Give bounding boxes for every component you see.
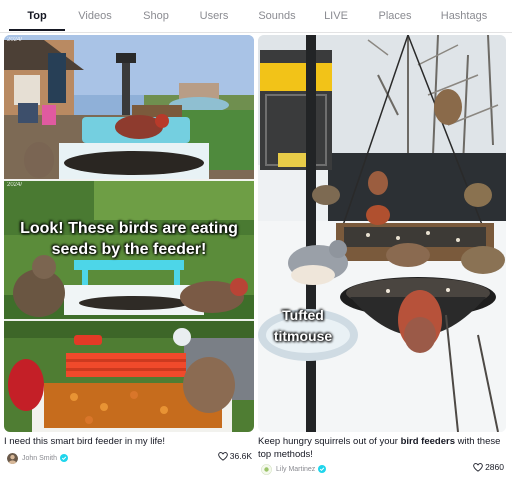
heart-icon [217,451,228,461]
video-caption-overlay: Look! These birds are eating seeds by th… [20,220,238,258]
avatar[interactable] [7,452,18,464]
tab-live[interactable]: LIVE [313,0,359,32]
tab-sounds[interactable]: Sounds [250,0,304,32]
timestamp-overlay: 2024/ [7,37,23,43]
description-highlight: bird feeders [400,436,455,447]
tab-shop[interactable]: Shop [131,0,181,32]
author[interactable]: Lily Martinez [261,462,327,476]
author-name[interactable]: John Smith [22,455,57,462]
avatar[interactable] [261,463,272,475]
video-caption-overlay: Tufted titmouse [273,307,333,344]
heart-icon [473,462,483,472]
like-count-value: 36.6K [229,451,252,461]
timestamp-overlay: 2024/ [7,182,23,188]
like-count: 2860 [473,462,504,472]
video-description[interactable]: I need this smart bird feeder in my life… [4,435,254,448]
verified-badge-icon [318,465,327,473]
like-count: 36.6K [217,451,252,461]
verified-badge-icon [60,454,69,462]
active-tab-indicator [9,29,65,31]
tab-videos[interactable]: Videos [70,0,120,32]
tab-top[interactable]: Top [9,0,65,32]
video-description[interactable]: Keep hungry squirrels out of your bird f… [258,435,504,461]
author[interactable]: John Smith [7,451,69,465]
tab-hashtags[interactable]: Hashtags [436,0,492,32]
author-name[interactable]: Lily Martinez [276,466,315,473]
tab-places[interactable]: Places [369,0,421,32]
tab-users[interactable]: Users [189,0,239,32]
video-thumbnail[interactable]: 2024/ 2024/ Look! These birds are eating… [4,35,254,432]
description-text: Keep hungry squirrels out of your [258,436,401,447]
video-thumbnail[interactable]: Tufted titmouse [258,35,506,432]
search-tabs: Top Videos Shop Users Sounds LIVE Places… [0,0,512,33]
like-count-value: 2860 [485,462,504,472]
